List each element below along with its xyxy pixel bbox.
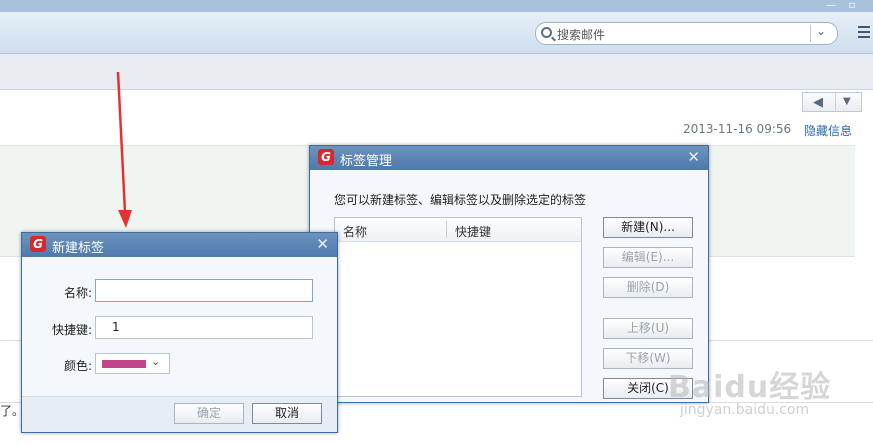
name-input[interactable] [95,279,313,302]
watermark-logo: Baidu经验 [668,370,832,405]
ok-button[interactable]: 确定 [174,403,244,424]
app-logo-icon: G [318,149,334,165]
watermark-url: jingyan.baidu.com [680,402,810,418]
shortcut-label: 快捷键: [51,323,92,337]
tag-list-header: 名称 快捷键 [335,218,581,242]
new-tag-button[interactable]: 新建(N)... [603,217,693,238]
edit-tag-button[interactable]: 编辑(E)... [603,247,693,268]
delete-tag-button[interactable]: 删除(D) [603,277,693,298]
column-header-shortcut[interactable]: 快捷键 [455,223,491,240]
tag-manager-description: 您可以新建标签、编辑标签以及删除选定的标签 [334,193,587,207]
color-picker[interactable]: ⌄ [95,353,170,374]
app-logo-icon: G [30,236,46,252]
column-header-name[interactable]: 名称 [343,223,367,240]
new-tag-dialog: G 新建标签 ✕ 名称: 快捷键: 1 颜色: ⌄ 确定 取消 [21,232,338,433]
dialog-footer: 确定 取消 [22,396,337,432]
move-up-button[interactable]: 上移(U) [603,318,693,339]
column-divider [446,221,447,238]
chevron-down-icon[interactable]: ⌄ [151,355,160,368]
tag-list-table[interactable]: 名称 快捷键 [334,217,582,397]
tag-manager-dialog: G 标签管理 ✕ 您可以新建标签、编辑标签以及删除选定的标签 名称 快捷键 新建… [309,145,709,403]
close-icon[interactable]: ✕ [316,235,329,253]
shortcut-input[interactable]: 1 [95,316,313,339]
color-swatch [102,360,146,368]
tag-manager-titlebar[interactable]: G 标签管理 ✕ [310,146,708,170]
close-icon[interactable]: ✕ [687,148,700,166]
name-label: 名称: [63,286,92,300]
new-tag-title: 新建标签 [52,241,105,256]
cancel-button[interactable]: 取消 [252,403,322,424]
new-tag-titlebar[interactable]: G 新建标签 ✕ [22,233,337,257]
color-label: 颜色: [63,359,92,373]
tag-manager-title: 标签管理 [340,154,393,169]
